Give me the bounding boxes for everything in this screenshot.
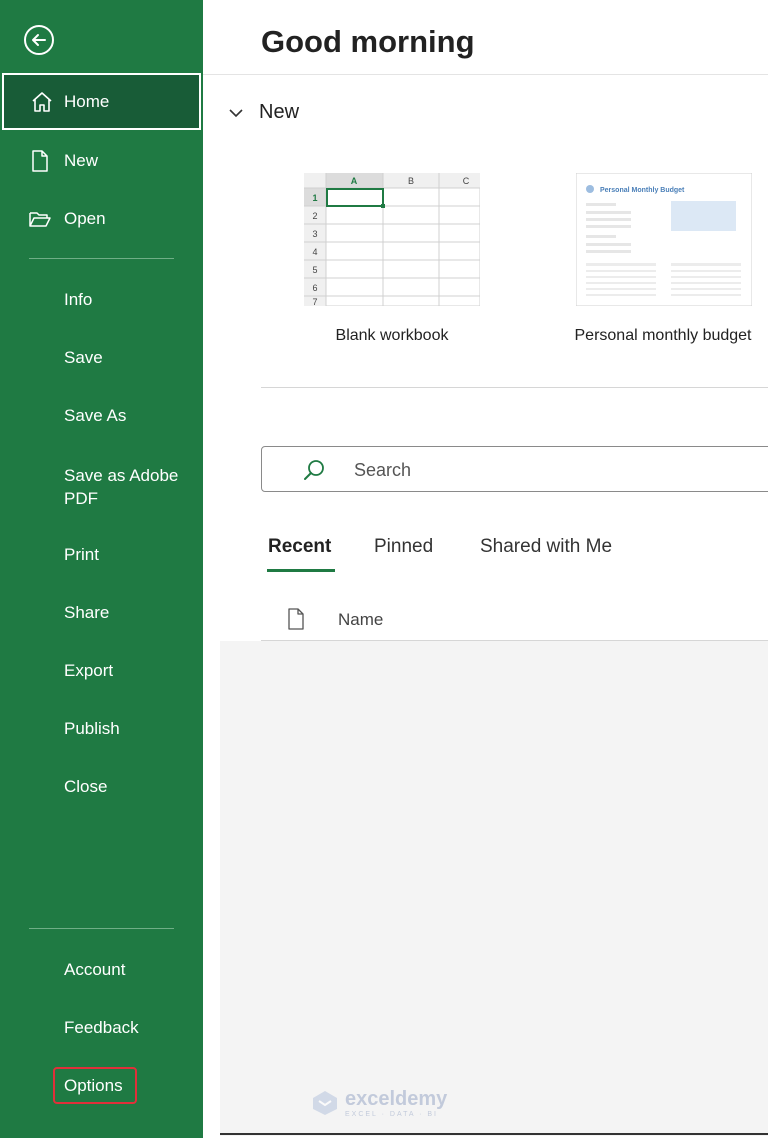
row-header: 1 xyxy=(312,193,317,203)
new-section-toggle[interactable]: New xyxy=(229,101,299,124)
row-header: 6 xyxy=(312,283,317,293)
chevron-down-icon xyxy=(229,108,243,117)
row-header: 7 xyxy=(312,297,317,306)
sidebar-item-label: New xyxy=(64,151,99,170)
column-header-c: C xyxy=(463,176,470,186)
home-icon xyxy=(32,91,52,112)
tab-recent[interactable]: Recent xyxy=(268,536,331,558)
template-label: Personal monthly budget xyxy=(574,327,752,344)
backstage-main: Good morning New A B C 1 2 3 4 5 6 7 Bla… xyxy=(203,0,768,1138)
tab-shared-with-me[interactable]: Shared with Me xyxy=(480,536,612,558)
row-header: 3 xyxy=(312,229,317,239)
sidebar-item-label: Save As xyxy=(64,406,127,425)
sidebar-item-save[interactable]: Save xyxy=(0,343,203,373)
sidebar-item-info[interactable]: Info xyxy=(0,285,203,315)
blank-workbook-thumbnail: A B C 1 2 3 4 5 6 7 xyxy=(303,172,481,307)
search-placeholder: Search xyxy=(354,460,412,480)
sidebar-item-label: Save xyxy=(64,348,103,367)
sidebar-item-label: Export xyxy=(64,661,114,680)
sidebar-item-share[interactable]: Share xyxy=(0,598,203,628)
watermark-title: exceldemy xyxy=(345,1088,448,1110)
row-header: 2 xyxy=(312,211,317,221)
section-divider xyxy=(261,387,768,388)
sidebar-item-feedback[interactable]: Feedback xyxy=(0,1013,203,1043)
file-list-header: Name xyxy=(261,600,768,641)
sidebar-item-label: Info xyxy=(64,290,93,309)
page-title: Good morning xyxy=(261,24,475,59)
watermark-logo: exceldemy EXCEL · DATA · BI xyxy=(311,1088,447,1118)
active-tab-indicator xyxy=(267,569,335,572)
sidebar-item-label: Open xyxy=(64,209,106,228)
new-section-title: New xyxy=(259,101,300,123)
sidebar-item-save-as-adobe-pdf[interactable]: Save as Adobe PDF xyxy=(0,459,203,511)
budget-preview-title: Personal Monthly Budget xyxy=(600,187,685,194)
sidebar-item-label: Close xyxy=(64,777,108,796)
row-header: 4 xyxy=(312,247,317,257)
column-header-a: A xyxy=(351,176,358,186)
watermark-subtitle: EXCEL · DATA · BI xyxy=(345,1111,438,1118)
bottom-border xyxy=(220,1133,768,1135)
sidebar-divider xyxy=(29,258,174,259)
sidebar-item-label: Save as Adobe PDF xyxy=(64,466,179,508)
sidebar-item-home[interactable]: Home xyxy=(2,73,201,130)
sidebar-item-label: Feedback xyxy=(64,1018,139,1037)
sidebar-divider xyxy=(29,928,174,929)
sidebar-item-account[interactable]: Account xyxy=(0,955,203,985)
recent-files-list xyxy=(220,641,768,1136)
new-document-icon xyxy=(32,150,48,172)
sidebar-item-label: Share xyxy=(64,603,110,622)
backstage-sidebar: Home New Open Info Save Save As Save as … xyxy=(0,0,203,1138)
back-arrow-icon xyxy=(32,34,46,46)
template-blank-workbook[interactable]: A B C 1 2 3 4 5 6 7 xyxy=(303,172,481,307)
back-button[interactable] xyxy=(24,25,54,55)
column-name-header[interactable]: Name xyxy=(338,610,383,630)
tab-pinned[interactable]: Pinned xyxy=(374,536,433,558)
sidebar-item-label: Account xyxy=(64,960,126,979)
sidebar-item-close[interactable]: Close xyxy=(0,772,203,802)
sidebar-item-print[interactable]: Print xyxy=(0,540,203,570)
search-input[interactable]: Search xyxy=(261,446,768,492)
file-type-icon xyxy=(288,608,304,630)
sidebar-item-save-as[interactable]: Save As xyxy=(0,401,203,431)
sidebar-item-publish[interactable]: Publish xyxy=(0,714,203,744)
budget-thumbnail: Personal Monthly Budget xyxy=(575,172,753,307)
template-label: Blank workbook xyxy=(335,327,449,344)
exceldemy-logo-icon xyxy=(313,1091,337,1115)
row-header: 5 xyxy=(312,265,317,275)
template-personal-monthly-budget[interactable]: Personal Monthly Budget xyxy=(575,172,753,307)
search-icon xyxy=(304,460,324,480)
sidebar-item-export[interactable]: Export xyxy=(0,656,203,686)
header-divider xyxy=(203,74,768,75)
column-header-b: B xyxy=(408,176,414,186)
sidebar-item-new[interactable]: New xyxy=(0,146,203,176)
sidebar-item-label: Home xyxy=(64,92,110,111)
folder-open-icon xyxy=(29,212,51,227)
sidebar-item-open[interactable]: Open xyxy=(0,204,203,234)
sidebar-item-label: Publish xyxy=(64,719,120,738)
options-highlight-box xyxy=(53,1067,137,1104)
sidebar-item-label: Print xyxy=(64,545,99,564)
